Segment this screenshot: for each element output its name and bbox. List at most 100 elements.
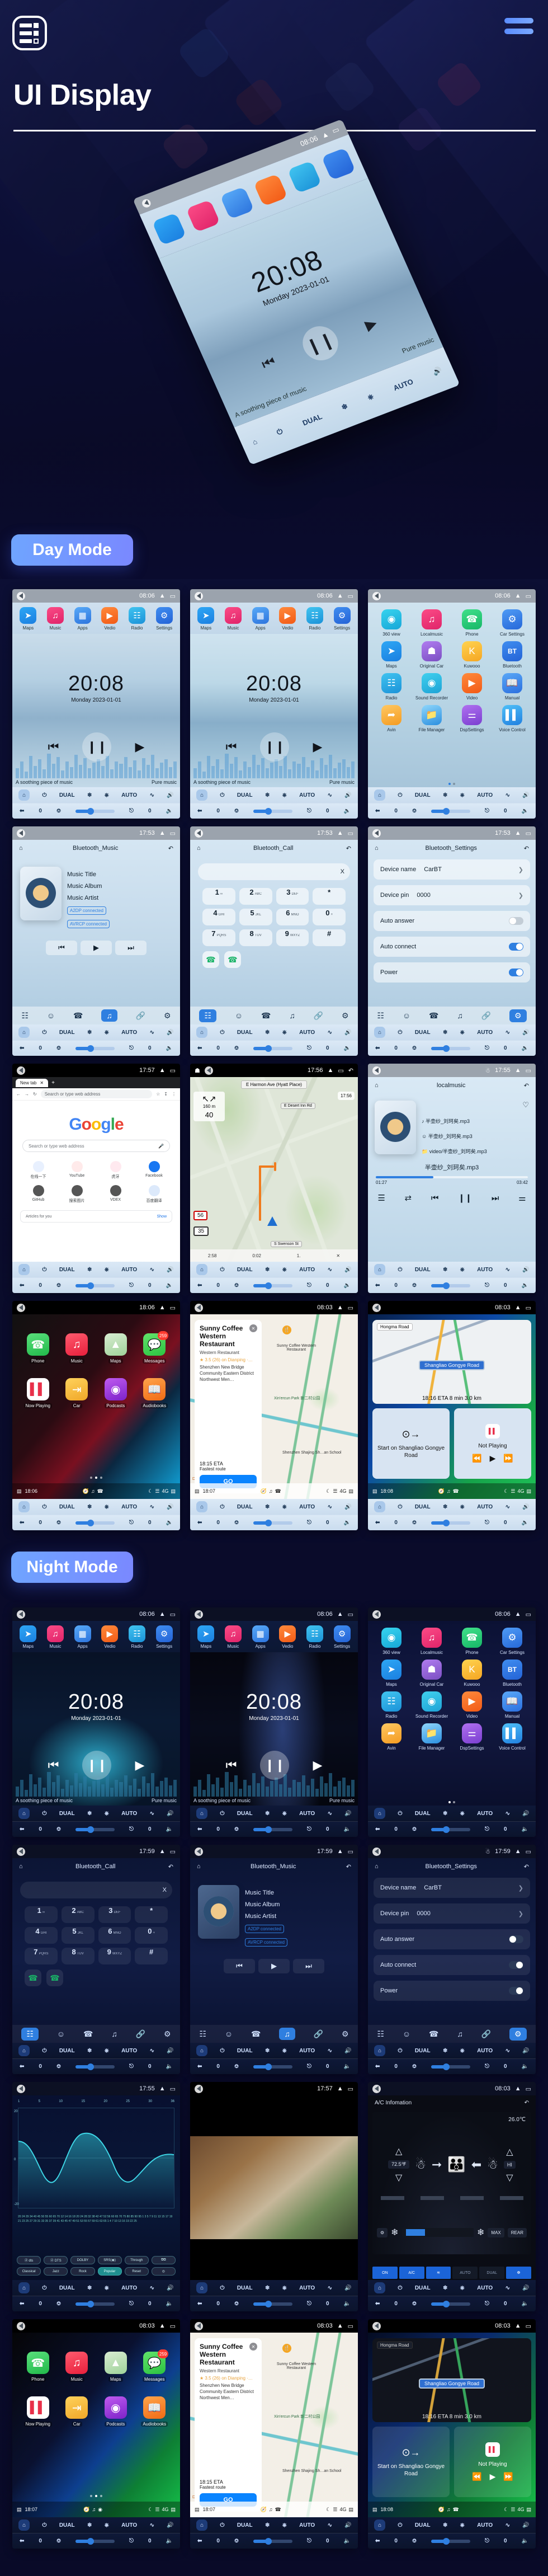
wave-icon[interactable]: ∿	[150, 1030, 154, 1036]
key-7[interactable]: 7 PQRS	[202, 929, 235, 946]
seat-heat-icon[interactable]: ⎋	[485, 2063, 489, 2070]
tab-contacts[interactable]: ☺	[403, 1011, 410, 1020]
fan-slider[interactable]	[75, 1045, 115, 1052]
back-icon[interactable]	[372, 1847, 381, 1856]
hvac-dual[interactable]: DUAL	[237, 2285, 253, 2291]
carplay-app-maps[interactable]: ▲ Maps	[98, 2352, 134, 2382]
power-icon[interactable]: ⏻	[42, 2285, 47, 2291]
gear-icon[interactable]: ⚙	[377, 2227, 388, 2237]
back-icon[interactable]	[17, 2321, 25, 2330]
apps-icon[interactable]: ▤	[372, 1488, 377, 1494]
key-8[interactable]: 8 TUV	[61, 1948, 95, 1964]
app-settings[interactable]: ⚙ Settings	[152, 607, 177, 631]
seat-icon[interactable]: ⎊	[412, 2301, 417, 2307]
power-icon[interactable]: ⏻	[42, 1030, 47, 1036]
list-item[interactable]: ☺ 半壶纱_刘珂矣.mp3	[422, 1132, 529, 1140]
seat-heat-icon[interactable]: ⎋	[485, 1282, 489, 1289]
defrost-icon[interactable]: ⎈	[282, 2522, 287, 2528]
hvac-auto[interactable]: AUTO	[121, 792, 137, 798]
home-icon[interactable]: ⌂	[18, 1027, 30, 1038]
app-voicecontrol[interactable]: ▌▌ Voice Control	[493, 1723, 531, 1751]
key-5[interactable]: 5 JKL	[239, 909, 272, 925]
phone-icon[interactable]: ☎	[275, 1488, 281, 1494]
back-arrow-icon[interactable]: ⬅	[375, 2301, 380, 2307]
hvac-auto[interactable]: AUTO	[299, 1030, 315, 1036]
snowflake-icon[interactable]: ❄	[340, 402, 349, 412]
home-icon[interactable]: ⌂	[19, 1863, 23, 1870]
tab-keypad[interactable]: ☷	[21, 1011, 29, 1021]
hvac-dual[interactable]: DUAL	[415, 1267, 431, 1273]
seat-icon[interactable]: ⎊	[234, 1826, 239, 1832]
back-arrow-icon[interactable]: ⬅	[375, 1520, 380, 1526]
siri-icon[interactable]: ◉	[98, 2507, 102, 2513]
wave-icon[interactable]: ∿	[328, 2285, 332, 2291]
back-arrow-icon[interactable]: ⬅	[197, 1520, 202, 1526]
app-settings[interactable]: ⚙ Settings	[329, 607, 355, 631]
power-icon[interactable]: ⏻	[220, 2048, 225, 2054]
tab-settings[interactable]: ⚙	[342, 2029, 349, 2039]
back-arrow-icon[interactable]: ⬅	[20, 1282, 24, 1289]
defrost-icon[interactable]: ⎈	[460, 1504, 465, 1510]
tab-keypad[interactable]: ☷	[199, 2029, 206, 2039]
hvac-auto[interactable]: AUTO	[299, 2522, 315, 2528]
defrost-icon[interactable]: ⎈	[105, 792, 109, 798]
tab-music[interactable]: ♫	[101, 1009, 117, 1022]
volume-down-icon[interactable]: 🔈	[344, 808, 351, 814]
rewind-icon[interactable]: ⏪	[472, 1454, 481, 1463]
fan-slider[interactable]	[431, 1045, 470, 1052]
setting-auto-connect[interactable]: Auto connect	[374, 1955, 530, 1975]
carplay-app-nowplaying[interactable]: ▌▌ Now Playing	[20, 1378, 56, 1408]
phone-icon[interactable]: ☎	[453, 1488, 459, 1494]
back-icon[interactable]	[17, 2084, 25, 2093]
seat-icon[interactable]: ⎊	[412, 1826, 417, 1832]
back-icon[interactable]	[195, 591, 203, 600]
carplay-app-messages[interactable]: 💬 259 Messages	[137, 1331, 173, 1364]
volume-up-icon[interactable]: 🔊	[167, 1267, 173, 1273]
seat-heat-icon[interactable]: ⎋	[129, 2063, 134, 2070]
defrost-icon[interactable]: ⎈	[282, 1267, 287, 1273]
wave-icon[interactable]: ∿	[506, 2048, 510, 2054]
fan-slider[interactable]	[75, 2063, 115, 2070]
maps-icon[interactable]: 🧭	[261, 1488, 267, 1494]
tab-settings[interactable]: ⚙	[509, 1009, 527, 1022]
close-icon[interactable]: ✕	[336, 1253, 340, 1258]
hvac-dual[interactable]: DUAL	[237, 2522, 253, 2528]
phone-number-input[interactable]: X	[198, 863, 350, 880]
bookmark-icon[interactable]: ☆	[156, 1092, 160, 1097]
defrost-icon[interactable]: ⎈	[282, 1504, 287, 1510]
maps-icon[interactable]: 🧭	[261, 2507, 267, 2513]
home-icon[interactable]: ⌂	[374, 1501, 386, 1512]
carplay-app-car[interactable]: ⇥ Car	[59, 2396, 95, 2427]
power-icon[interactable]: ⏻	[42, 1504, 47, 1510]
tab-music[interactable]: ♫	[279, 2028, 295, 2040]
maps-icon[interactable]: 🧭	[438, 1488, 445, 1494]
home-icon[interactable]: ⌂	[18, 2282, 30, 2293]
eq-curve[interactable]	[18, 2108, 174, 2208]
app-video[interactable]: ▶ Vedio	[275, 607, 300, 631]
download-icon[interactable]: ↧	[164, 1092, 168, 1097]
chevron-up-icon[interactable]: ▲	[515, 1067, 521, 1074]
app-originalcar[interactable]: ☗ Original Car	[413, 1660, 451, 1687]
wave-icon[interactable]: ∿	[328, 2048, 332, 2054]
volume-down-icon[interactable]: 🔈	[344, 2301, 351, 2307]
hvac-auto[interactable]: AUTO	[477, 1030, 493, 1036]
tab-calls[interactable]: ☎	[83, 2029, 93, 2039]
ac-button-defrost[interactable]: ☸	[506, 2267, 531, 2279]
carplay-app-phone[interactable]: ☎ Phone	[20, 2352, 56, 2382]
power-icon[interactable]: ⏻	[220, 1030, 225, 1036]
volume-down-icon[interactable]: 🔈	[344, 1826, 351, 1832]
hvac-dual[interactable]: DUAL	[415, 1030, 431, 1036]
app-apps[interactable]: ▦ Apps	[70, 1625, 96, 1649]
fan-max-button[interactable]: MAX	[488, 2227, 504, 2237]
app-localmusic[interactable]: ♫ Localmusic	[413, 1628, 451, 1655]
home-icon[interactable]: ⌂	[251, 437, 258, 446]
chevron-up-icon[interactable]: ▲	[337, 830, 343, 836]
setting-auto-connect[interactable]: Auto connect	[374, 937, 530, 957]
fan-slider[interactable]	[253, 2537, 292, 2545]
defrost-icon[interactable]: ⎈	[282, 1030, 287, 1036]
wave-icon[interactable]: ∿	[328, 2522, 332, 2528]
wave-icon[interactable]: ∿	[150, 2285, 154, 2291]
app-manual[interactable]: 📖 Manual	[493, 1691, 531, 1719]
defrost-icon[interactable]: ⎈	[105, 2285, 109, 2291]
power-icon[interactable]: ⏻	[220, 2285, 225, 2291]
